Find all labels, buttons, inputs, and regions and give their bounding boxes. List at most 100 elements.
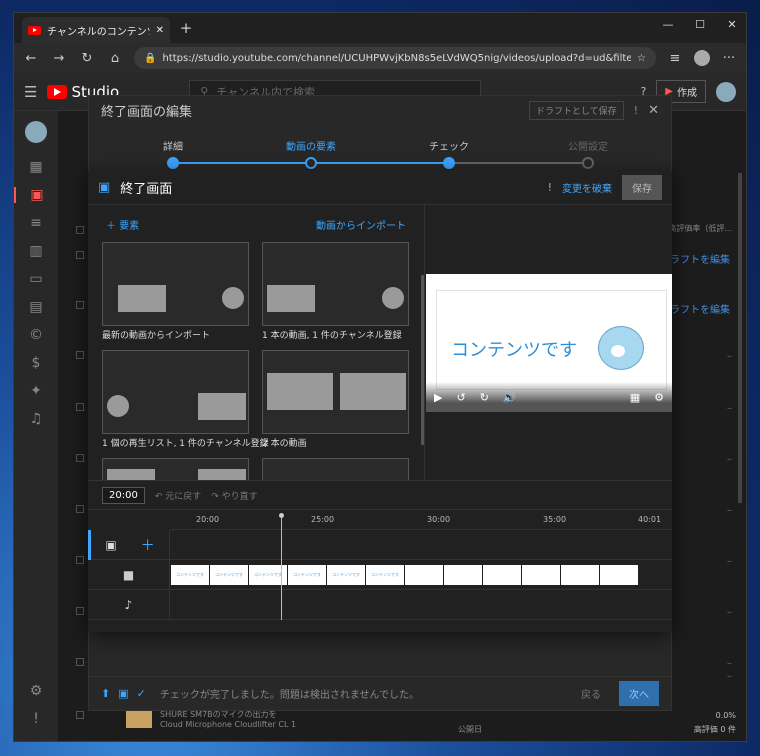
collections-icon[interactable]: ≡ — [666, 51, 684, 66]
minimize-button[interactable]: — — [654, 13, 682, 35]
add-element-icon[interactable]: ＋ — [141, 535, 155, 555]
player-controls: ▶ ↺ ↻ 🔊 ▦ ⚙ — [426, 382, 672, 412]
browser-tab[interactable]: チャンネルのコンテンツ - YouTube St ✕ — [22, 17, 170, 43]
row-checkbox[interactable] — [76, 403, 84, 411]
template-card[interactable] — [102, 458, 249, 480]
video-thumbnails[interactable]: コンテンツです コンテンツです コンテンツです コンテンツです コンテンツです … — [171, 564, 638, 585]
row-checkbox[interactable] — [76, 226, 84, 234]
step-visibility[interactable]: 公開設定 — [548, 138, 628, 153]
step-checks[interactable]: チェック — [409, 138, 489, 153]
feedback-icon[interactable]: ! — [33, 711, 39, 727]
playhead[interactable] — [279, 513, 284, 620]
template-preview — [262, 242, 409, 326]
more-menu-icon[interactable]: ··· — [720, 51, 738, 66]
dashboard-icon[interactable]: ▦ — [29, 159, 42, 175]
video-thumbnail[interactable] — [126, 710, 152, 728]
favorite-star-icon[interactable]: ☆ — [637, 53, 646, 64]
close-window-button[interactable]: ✕ — [718, 13, 746, 35]
templates-scrollbar[interactable] — [421, 275, 424, 445]
feedback-icon[interactable]: ! — [548, 181, 552, 194]
time-input[interactable]: 20:00 — [102, 486, 145, 504]
settings-icon[interactable]: ⚙ — [30, 683, 43, 699]
video-placeholder — [267, 285, 315, 312]
profile-avatar[interactable] — [694, 50, 710, 66]
discard-changes-button[interactable]: 変更を破棄 — [562, 180, 612, 195]
row-checkbox[interactable] — [76, 658, 84, 666]
settings-icon[interactable]: ⚙ — [654, 391, 664, 404]
template-card[interactable]: 最新の動画からインポート — [102, 242, 249, 350]
audio-library-icon[interactable]: ♫ — [30, 411, 43, 427]
channel-avatar[interactable] — [716, 81, 736, 102]
maximize-button[interactable]: ☐ — [686, 13, 714, 35]
forward-icon[interactable]: → — [50, 51, 68, 66]
upload-icon: ⬆ — [101, 687, 111, 700]
step-details[interactable]: 詳細 — [133, 138, 213, 153]
video-frame — [600, 564, 638, 585]
back-button[interactable]: 戻る — [581, 686, 601, 701]
checks-status-text: チェックが完了しました。問題は検出されませんでした。 — [159, 690, 420, 701]
home-icon[interactable]: ⌂ — [106, 51, 124, 66]
templates-panel: ＋ 要素 動画からインポート 最新の動画からインポート 1 本の動画, 1 件の… — [88, 205, 425, 480]
monetization-icon[interactable]: $ — [32, 355, 41, 371]
grid-icon[interactable]: ▦ — [630, 391, 640, 404]
template-card[interactable]: 1 本の動画, 1 件のチャンネル登録 — [262, 242, 409, 350]
channel-avatar-nav[interactable] — [25, 121, 47, 143]
row-checkbox[interactable] — [76, 454, 84, 462]
playlist-placeholder — [198, 393, 246, 420]
ruler-tick: 20:00 — [196, 515, 220, 524]
step-progress: 詳細 動画の要素 チェック 公開設定 — [89, 128, 671, 176]
refresh-icon[interactable]: ↻ — [78, 51, 96, 66]
row-checkbox[interactable] — [76, 556, 84, 564]
template-label: 2 本の動画 — [262, 439, 307, 449]
forward-icon[interactable]: ↻ — [480, 391, 489, 404]
video-title[interactable]: SHURE SM7Bのマイクの出力を Cloud Microphone Clou… — [160, 710, 300, 730]
rewind-icon[interactable]: ↺ — [456, 391, 465, 404]
save-draft-button[interactable]: ドラフトとして保存 — [528, 100, 624, 120]
new-tab-button[interactable]: + — [176, 19, 196, 37]
analytics-icon[interactable]: ▥ — [29, 243, 42, 259]
video-camera-icon: ■ — [122, 567, 135, 582]
redo-button[interactable]: ↷ やり直す — [211, 489, 257, 502]
template-card[interactable]: 1 個の再生リスト, 1 件のチャンネル登録 — [102, 350, 269, 458]
row-checkbox[interactable] — [76, 711, 84, 719]
close-icon[interactable]: ✕ — [648, 103, 659, 118]
feedback-icon[interactable]: ! — [634, 104, 638, 117]
row-checkbox[interactable] — [76, 607, 84, 615]
add-element-button[interactable]: ＋ 要素 — [106, 217, 139, 232]
url-text: https://studio.youtube.com/channel/UCUHP… — [162, 52, 632, 64]
tab-title: チャンネルのコンテンツ - YouTube St — [47, 26, 150, 38]
dialog-header: 終了画面の編集 ドラフトとして保存 ! ✕ — [89, 96, 671, 124]
video-track-label: ■ — [88, 559, 170, 590]
save-button[interactable]: 保存 — [622, 175, 662, 200]
undo-button[interactable]: ↶ 元に戻す — [155, 489, 201, 502]
template-card[interactable]: 2 本の動画 — [262, 350, 409, 458]
comments-icon[interactable]: ▭ — [29, 271, 42, 287]
step-video-elements[interactable]: 動画の要素 — [271, 138, 351, 153]
copyright-icon[interactable]: © — [29, 327, 43, 343]
url-field[interactable]: 🔒 https://studio.youtube.com/channel/UCU… — [134, 47, 656, 69]
preview-text: コンテンツです — [451, 340, 577, 361]
close-tab-icon[interactable]: ✕ — [156, 25, 164, 36]
back-icon[interactable]: ← — [22, 51, 40, 66]
template-label: 最新の動画からインポート — [102, 331, 211, 341]
percent-cell: 0.0% — [715, 711, 736, 720]
next-button[interactable]: 次へ — [619, 681, 659, 706]
content-icon[interactable]: ▣ — [14, 187, 58, 203]
import-from-video-button[interactable]: 動画からインポート — [316, 217, 406, 232]
subtitles-icon[interactable]: ▤ — [29, 299, 42, 315]
volume-icon[interactable]: 🔊 — [503, 391, 517, 404]
hamburger-menu-icon[interactable]: ☰ — [24, 83, 37, 101]
row-checkbox[interactable] — [76, 505, 84, 513]
customization-icon[interactable]: ✦ — [30, 383, 42, 399]
page-scrollbar[interactable] — [738, 173, 742, 503]
row-checkbox[interactable] — [76, 301, 84, 309]
play-icon[interactable]: ▶ — [434, 391, 442, 404]
video-frame — [483, 564, 521, 585]
video-preview[interactable]: コンテンツです ▶ ↺ ↻ 🔊 ▦ ⚙ — [426, 274, 672, 412]
playlists-icon[interactable]: ≡ — [30, 215, 42, 231]
youtube-logo-icon — [47, 84, 68, 99]
dash-cell: – — [727, 505, 732, 516]
template-card[interactable] — [262, 458, 409, 480]
row-checkbox[interactable] — [76, 251, 84, 259]
row-checkbox[interactable] — [76, 351, 84, 359]
